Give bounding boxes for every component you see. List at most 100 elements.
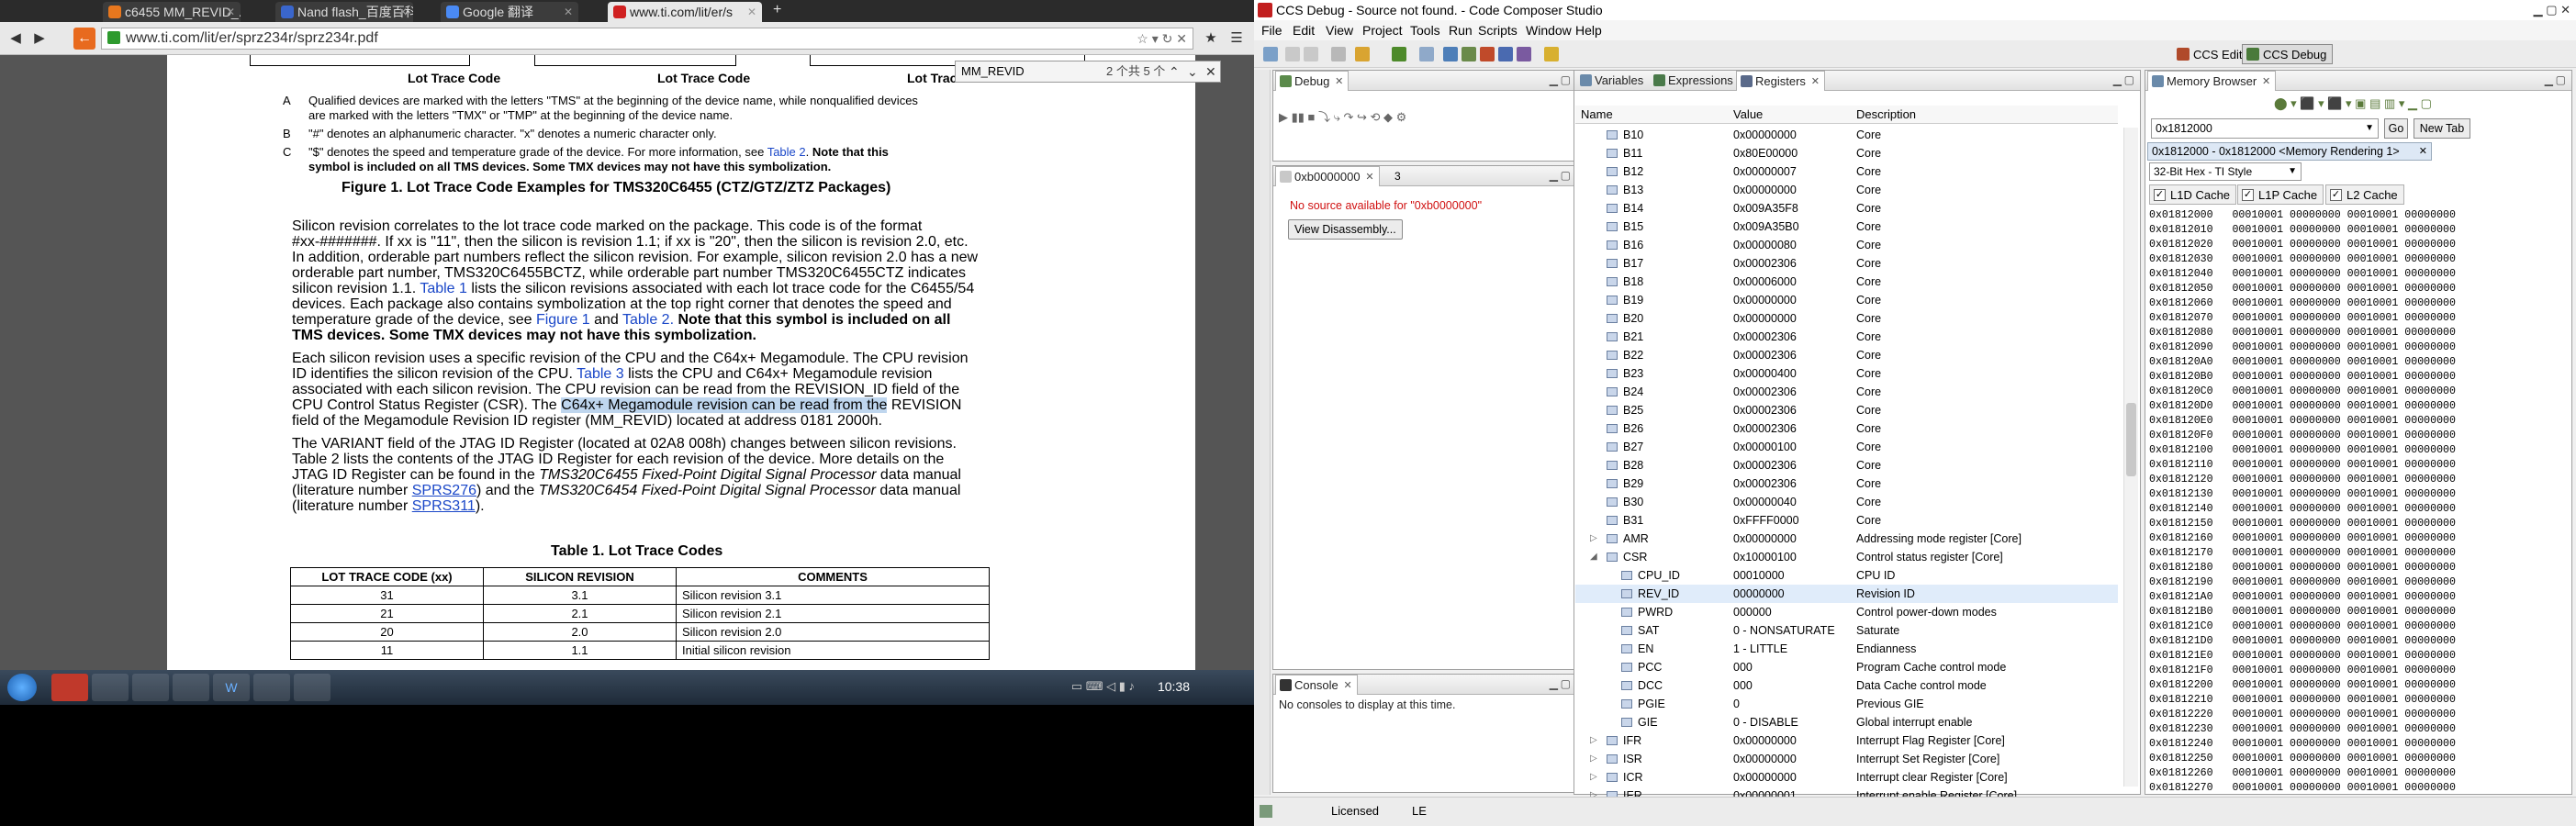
expand-icon[interactable]: ▷ (1590, 731, 1597, 750)
memory-rendering-tab[interactable]: 0x1812000 - 0x1812000 <Memory Rendering … (2147, 142, 2432, 161)
memory-line[interactable]: 0x018121C0 00010001 00000000 00010001 00… (2149, 620, 2566, 634)
memory-line[interactable]: 0x018121B0 00010001 00000000 00010001 00… (2149, 605, 2566, 620)
memory-line[interactable]: 0x018121D0 00010001 00000000 00010001 00… (2149, 634, 2566, 649)
taskbar-folder-icon[interactable] (92, 674, 129, 701)
bookmark-icon[interactable]: ★ (1199, 28, 1223, 50)
table3-link[interactable]: Table 3 (577, 366, 624, 382)
register-row[interactable]: B26 0x00002306 Core (1575, 419, 2118, 438)
window-controls[interactable]: ▁ ▢ ✕ (2534, 0, 2570, 20)
editor-overflow-count[interactable]: 3 (1394, 166, 1401, 186)
search-icon[interactable] (1544, 47, 1559, 61)
find-prev-icon[interactable]: ⌃ (1169, 61, 1180, 82)
expand-icon[interactable]: ◢ (1590, 548, 1597, 566)
menu-tools[interactable]: Tools (1410, 20, 1440, 40)
memory-line[interactable]: 0x01812060 00010001 00000000 00010001 00… (2149, 296, 2566, 311)
tab-editor[interactable]: 0xb0000000 ✕ (1275, 166, 1380, 186)
tab-registers[interactable]: Registers ✕ (1736, 71, 1825, 91)
register-value[interactable]: 0x00002306 (1733, 383, 1797, 401)
memory-line[interactable]: 0x01812250 00010001 00000000 00010001 00… (2149, 752, 2566, 766)
register-value[interactable]: 000000 (1733, 603, 1772, 621)
close-icon[interactable]: ✕ (1365, 167, 1373, 187)
register-value[interactable]: 0x009A35B0 (1733, 218, 1799, 236)
format-select[interactable]: 32-Bit Hex - TI Style ▼ (2149, 162, 2302, 181)
expand-icon[interactable]: ▷ (1590, 530, 1597, 548)
minimize-icon[interactable]: ▁ (2545, 73, 2553, 86)
maximize-icon[interactable]: ▢ (2556, 73, 2566, 86)
taskbar-app-icon[interactable] (253, 674, 290, 701)
tab-debug[interactable]: Debug ✕ (1275, 71, 1350, 92)
memory-toolbar-icons[interactable]: ⬤ ▾ ⬛ ▾ ⬛ ▾ ▣ ▤ ▥ ▾ ▁ ▢ (2274, 96, 2432, 111)
find-input[interactable]: MM_REVID (961, 61, 1025, 82)
build-icon[interactable] (1355, 47, 1370, 61)
menu-view[interactable]: View (1326, 20, 1353, 40)
memory-line[interactable]: 0x01812210 00010001 00000000 00010001 00… (2149, 693, 2566, 708)
menu-icon[interactable]: ☰ (1225, 28, 1249, 50)
memory-line[interactable]: 0x01812030 00010001 00000000 00010001 00… (2149, 252, 2566, 267)
register-row[interactable]: ▷ ICR 0x00000000 Interrupt clear Register [… (1575, 768, 2118, 787)
register-value[interactable]: 00010000 (1733, 566, 1785, 585)
memory-line[interactable]: 0x018120C0 00010001 00000000 00010001 00… (2149, 385, 2566, 399)
memory-line[interactable]: 0x01812120 00010001 00000000 00010001 00… (2149, 473, 2566, 487)
taskbar-pdf-icon[interactable] (173, 674, 209, 701)
register-value[interactable]: 0x00002306 (1733, 328, 1797, 346)
menu-run[interactable]: Run (1449, 20, 1473, 40)
memory-line[interactable]: 0x01812260 00010001 00000000 00010001 00… (2149, 766, 2566, 781)
register-value[interactable]: 0x00002306 (1733, 254, 1797, 273)
register-row[interactable]: B14 0x009A35F8 Core (1575, 199, 2118, 218)
register-row[interactable]: B19 0x00000000 Core (1575, 291, 2118, 309)
tab-memory-browser[interactable]: Memory Browser ✕ (2147, 71, 2277, 92)
register-row[interactable]: B29 0x00002306 Core (1575, 474, 2118, 493)
table1-link[interactable]: Table 1 (420, 281, 467, 296)
memory-address-input[interactable]: 0x1812000 ▼ (2151, 118, 2379, 139)
taskbar-chrome-icon[interactable] (51, 674, 88, 701)
memory-line[interactable]: 0x018120F0 00010001 00000000 00010001 00… (2149, 429, 2566, 443)
register-value[interactable]: 1 - LITTLE (1733, 640, 1787, 658)
registers-scrollbar[interactable] (2123, 128, 2138, 787)
taskbar-ccs-icon[interactable] (294, 674, 330, 701)
maximize-icon[interactable]: ▢ (2124, 73, 2134, 86)
memory-line[interactable]: 0x01812010 00010001 00000000 00010001 00… (2149, 223, 2566, 238)
debug-icon[interactable] (1392, 47, 1406, 61)
register-row[interactable]: ▷ ISR 0x00000000 Interrupt Set Register [Co… (1575, 750, 2118, 768)
maximize-icon[interactable]: ▢ (1561, 169, 1571, 182)
memory-line[interactable]: 0x01812170 00010001 00000000 00010001 00… (2149, 546, 2566, 561)
register-row[interactable]: B31 0xFFFF0000 Core (1575, 511, 2118, 530)
tab-close-icon[interactable]: ✕ (564, 2, 573, 22)
register-row[interactable]: B20 0x00000000 Core (1575, 309, 2118, 328)
register-value[interactable]: 000 (1733, 676, 1753, 695)
close-icon[interactable]: ✕ (1335, 72, 1343, 92)
memory-line[interactable]: 0x01812240 00010001 00000000 00010001 00… (2149, 737, 2566, 752)
register-row[interactable]: CPU_ID 00010000 CPU ID (1575, 566, 2118, 585)
find-next-icon[interactable]: ⌄ (1187, 61, 1198, 82)
register-value[interactable]: 0x00002306 (1733, 456, 1797, 474)
go-button[interactable]: Go (2384, 118, 2408, 139)
register-value[interactable]: 0x00002306 (1733, 474, 1797, 493)
register-value[interactable]: 0x00000000 (1733, 291, 1797, 309)
sprs311-link[interactable]: SPRS311 (412, 498, 476, 514)
register-row[interactable]: B11 0x80E00000 Core (1575, 144, 2118, 162)
url-input[interactable]: www.ti.com/lit/er/sprz234r/sprz234r.pdf ☆… (101, 28, 1193, 50)
register-row[interactable]: B24 0x00002306 Core (1575, 383, 2118, 401)
register-row[interactable]: B23 0x00000400 Core (1575, 364, 2118, 383)
browser-tab-3[interactable]: Google 翻译 ✕ (441, 2, 578, 22)
connect-icon[interactable] (1498, 47, 1513, 61)
register-row[interactable]: PGIE 0 Previous GIE (1575, 695, 2118, 713)
table2-link[interactable]: Table 2 (767, 145, 806, 159)
forward-icon[interactable]: ▶ (28, 28, 51, 50)
browser-tab-1[interactable]: c6455 MM_REVID_... ✕ (103, 2, 241, 22)
find-close-icon[interactable]: ✕ (1205, 61, 1216, 82)
stop-icon[interactable] (1480, 47, 1495, 61)
memory-line[interactable]: 0x01812090 00010001 00000000 00010001 00… (2149, 340, 2566, 355)
taskbar-word-icon[interactable]: W (213, 674, 250, 701)
register-row[interactable]: ▷ AMR 0x00000000 Addressing mode register [… (1575, 530, 2118, 548)
register-value[interactable]: 0x00000100 (1733, 438, 1797, 456)
expand-icon[interactable]: ▷ (1590, 750, 1597, 768)
register-value[interactable]: 0x00000000 (1733, 731, 1797, 750)
register-value[interactable]: 0x10000100 (1733, 548, 1797, 566)
register-row[interactable]: B27 0x00000100 Core (1575, 438, 2118, 456)
close-icon[interactable]: ✕ (2262, 72, 2270, 92)
memory-line[interactable]: 0x018120B0 00010001 00000000 00010001 00… (2149, 370, 2566, 385)
register-value[interactable]: 0x009A35F8 (1733, 199, 1798, 218)
memory-line[interactable]: 0x01812110 00010001 00000000 00010001 00… (2149, 458, 2566, 473)
minimize-icon[interactable]: ▁ (2113, 73, 2122, 86)
